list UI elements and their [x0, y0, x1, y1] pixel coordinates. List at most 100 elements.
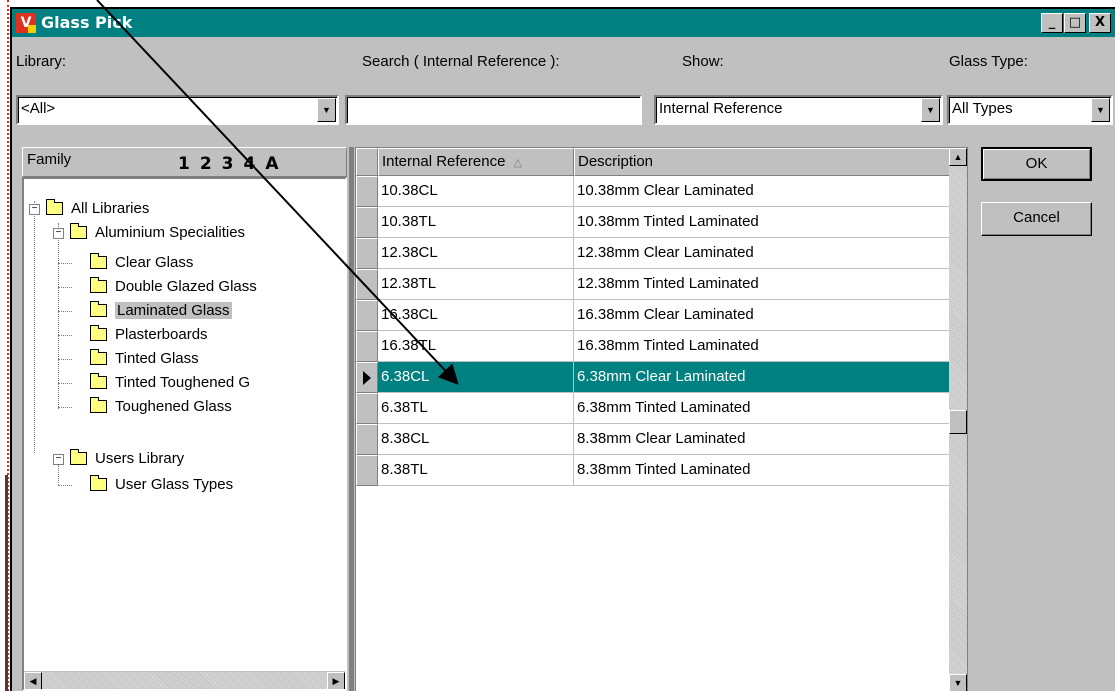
ok-button[interactable]: OK — [981, 147, 1092, 181]
tree-item-plasterboards[interactable]: Plasterboards — [90, 324, 208, 346]
scroll-down-icon[interactable]: ▼ — [949, 674, 967, 691]
app-logo-icon: V — [16, 13, 36, 33]
cell-internal-reference[interactable]: 12.38TL — [378, 269, 574, 300]
row-selector[interactable] — [356, 424, 378, 455]
row-selector[interactable] — [356, 269, 378, 300]
show-select[interactable]: Internal Reference ▼ — [654, 95, 943, 125]
row-selector[interactable] — [356, 238, 378, 269]
tree-item-tinted-toughened-glass[interactable]: Tinted Toughened G — [90, 372, 250, 394]
cell-description[interactable]: 8.38mm Tinted Laminated — [574, 455, 950, 486]
library-value: <All> — [21, 100, 56, 117]
column-header-description[interactable]: Description — [574, 148, 950, 176]
chevron-down-icon[interactable]: ▼ — [1091, 98, 1110, 122]
tree-horizontal-scrollbar[interactable]: ◀ ▶ — [24, 671, 345, 689]
table-row[interactable]: 12.38CL 12.38mm Clear Laminated — [356, 238, 950, 269]
scroll-left-icon[interactable]: ◀ — [24, 672, 42, 689]
current-row-arrow-icon — [363, 371, 371, 385]
tree-item-toughened-glass[interactable]: Toughened Glass — [90, 396, 232, 418]
row-indicator-header — [356, 148, 378, 176]
window-title: Glass Pick — [41, 13, 133, 32]
cell-internal-reference[interactable]: 10.38CL — [378, 176, 574, 207]
cell-internal-reference[interactable]: 12.38CL — [378, 238, 574, 269]
table-row[interactable]: 16.38CL 16.38mm Clear Laminated — [356, 300, 950, 331]
tree-item-laminated-glass[interactable]: Laminated Glass — [90, 300, 232, 322]
cell-description[interactable]: 12.38mm Clear Laminated — [574, 238, 950, 269]
glass-type-label: Glass Type: — [949, 53, 1028, 70]
family-header: Family 1234A — [22, 147, 347, 177]
cell-internal-reference[interactable]: 8.38CL — [378, 424, 574, 455]
table-row[interactable]: 8.38TL 8.38mm Tinted Laminated — [356, 455, 950, 486]
tree-item-users-library[interactable]: Users Library — [70, 448, 184, 470]
cell-description[interactable]: 12.38mm Tinted Laminated — [574, 269, 950, 300]
cell-internal-reference[interactable]: 16.38TL — [378, 331, 574, 362]
panel-splitter[interactable] — [349, 147, 354, 691]
row-selector[interactable] — [356, 393, 378, 424]
tree-item-clear-glass[interactable]: Clear Glass — [90, 252, 193, 274]
column-header-internal-reference[interactable]: Internal Reference △ — [378, 148, 574, 176]
cell-description[interactable]: 10.38mm Clear Laminated — [574, 176, 950, 207]
cell-description[interactable]: 8.38mm Clear Laminated — [574, 424, 950, 455]
chevron-down-icon[interactable]: ▼ — [317, 98, 336, 122]
scroll-thumb[interactable] — [949, 410, 967, 434]
tree-item-double-glazed-glass[interactable]: Double Glazed Glass — [90, 276, 257, 298]
folder-icon — [70, 223, 87, 239]
tree-item-tinted-glass[interactable]: Tinted Glass — [90, 348, 199, 370]
maximize-button[interactable]: □ — [1064, 13, 1086, 33]
library-select[interactable]: <All> ▼ — [16, 95, 339, 125]
search-label: Search ( Internal Reference ): — [362, 53, 560, 70]
cell-internal-reference[interactable]: 6.38TL — [378, 393, 574, 424]
row-selector[interactable] — [356, 207, 378, 238]
collapse-icon[interactable]: − — [53, 228, 64, 239]
cancel-button[interactable]: Cancel — [981, 202, 1092, 236]
collapse-icon[interactable]: − — [53, 454, 64, 465]
tree-connector — [58, 223, 59, 409]
background-window-edge-dark — [5, 475, 8, 691]
close-button[interactable]: X — [1089, 13, 1111, 33]
cell-description[interactable]: 6.38mm Clear Laminated — [574, 362, 950, 393]
row-selector[interactable] — [356, 300, 378, 331]
folder-icon — [70, 449, 87, 465]
folder-icon — [46, 199, 63, 215]
scroll-up-icon[interactable]: ▲ — [949, 148, 967, 166]
chevron-down-icon[interactable]: ▼ — [921, 98, 940, 122]
cell-description[interactable]: 16.38mm Clear Laminated — [574, 300, 950, 331]
sort-ascending-icon: △ — [513, 157, 523, 169]
row-selector[interactable] — [356, 455, 378, 486]
table-row[interactable]: 12.38TL 12.38mm Tinted Laminated — [356, 269, 950, 300]
row-selector[interactable] — [356, 176, 378, 207]
folder-icon — [90, 373, 107, 389]
grid-header: Internal Reference △ Description — [356, 148, 950, 176]
tree-item-all-libraries[interactable]: All Libraries — [46, 198, 149, 220]
cell-internal-reference[interactable]: 6.38CL — [378, 362, 574, 393]
open-folder-icon — [90, 301, 107, 317]
scroll-right-icon[interactable]: ▶ — [327, 672, 345, 689]
row-selector[interactable] — [356, 331, 378, 362]
collapse-icon[interactable]: − — [29, 204, 40, 215]
cell-description[interactable]: 16.38mm Tinted Laminated — [574, 331, 950, 362]
table-row[interactable]: 6.38TL 6.38mm Tinted Laminated — [356, 393, 950, 424]
tree-item-aluminium-specialities[interactable]: Aluminium Specialities — [70, 222, 245, 244]
family-tree[interactable]: − All Libraries − Aluminium Specialities… — [22, 177, 347, 691]
search-input[interactable] — [345, 95, 642, 125]
cell-description[interactable]: 6.38mm Tinted Laminated — [574, 393, 950, 424]
glass-grid: Internal Reference △ Description 10.38CL… — [355, 147, 968, 691]
tree-level-buttons[interactable]: 1234A — [178, 154, 288, 174]
table-row[interactable]: 10.38TL 10.38mm Tinted Laminated — [356, 207, 950, 238]
folder-icon — [90, 253, 107, 269]
cell-internal-reference[interactable]: 16.38CL — [378, 300, 574, 331]
table-row[interactable]: 16.38TL 16.38mm Tinted Laminated — [356, 331, 950, 362]
glass-type-select[interactable]: All Types ▼ — [947, 95, 1113, 125]
cell-internal-reference[interactable]: 10.38TL — [378, 207, 574, 238]
table-row[interactable]: 10.38CL 10.38mm Clear Laminated — [356, 176, 950, 207]
grid-vertical-scrollbar[interactable]: ▲ ▼ — [949, 148, 967, 691]
minimize-button[interactable]: _ — [1041, 13, 1063, 33]
family-label: Family — [27, 151, 72, 168]
tree-item-user-glass-types[interactable]: User Glass Types — [90, 474, 233, 496]
table-row[interactable]: 8.38CL 8.38mm Clear Laminated — [356, 424, 950, 455]
row-selector[interactable] — [356, 362, 378, 393]
title-bar[interactable]: V Glass Pick _ □ X — [12, 9, 1115, 37]
cell-internal-reference[interactable]: 8.38TL — [378, 455, 574, 486]
table-row[interactable]: 6.38CL 6.38mm Clear Laminated — [356, 362, 950, 393]
cell-description[interactable]: 10.38mm Tinted Laminated — [574, 207, 950, 238]
show-label: Show: — [682, 53, 724, 70]
